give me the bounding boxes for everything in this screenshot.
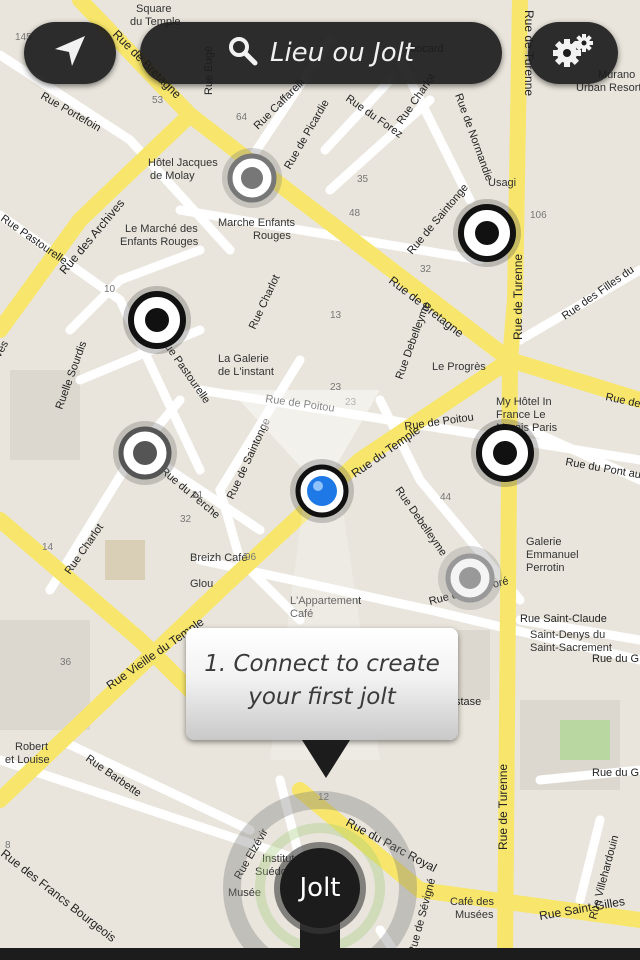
- jolt-marker[interactable]: [222, 148, 282, 208]
- map-building: [105, 540, 145, 580]
- house-number: 106: [530, 210, 547, 221]
- street-label: Rue de Turenne: [511, 254, 525, 340]
- user-location-marker: [290, 459, 354, 523]
- street-label: Rue Saint-Claude: [520, 613, 607, 625]
- poi-label: et Louise: [5, 754, 50, 766]
- tooltip-line-2: your first jolt: [248, 684, 396, 710]
- street-label: Rue du G: [592, 767, 639, 779]
- poi-label: Hôtel Jacques: [148, 157, 218, 169]
- poi-label: La Galerie: [218, 353, 269, 365]
- location-arrow-icon: [53, 34, 87, 72]
- house-number: 14: [42, 542, 54, 553]
- house-number: 96: [245, 552, 257, 563]
- poi-label: Le Marché des: [125, 223, 198, 235]
- house-number: 21: [192, 490, 204, 501]
- house-number: 32: [420, 264, 432, 275]
- poi-label: Marche Enfants: [218, 217, 296, 229]
- poi-label: Perrotin: [526, 562, 565, 574]
- house-number: 32: [180, 514, 192, 525]
- jolt-button-label: Jolt: [299, 873, 341, 903]
- poi-label: Rouges: [253, 230, 291, 242]
- poi-label: My Hôtel In: [496, 396, 552, 408]
- house-number: 36: [60, 657, 72, 668]
- poi-label: Musées: [455, 909, 494, 921]
- poi-label: Robert: [15, 741, 48, 753]
- tooltip-line-1: 1. Connect to create: [204, 651, 440, 677]
- street-label: stase: [455, 696, 481, 708]
- poi-label: Glou: [190, 578, 213, 590]
- poi-label: Galerie: [526, 536, 561, 548]
- poi-label: Saint-Denys du: [530, 629, 605, 641]
- poi-label: Café des: [450, 896, 495, 908]
- jolt-marker[interactable]: [453, 199, 521, 267]
- search-input[interactable]: Lieu ou Jolt: [270, 38, 414, 68]
- poi-label: Saint-Sacrement: [530, 642, 612, 654]
- house-number: 13: [330, 310, 342, 321]
- poi-label: Breizh Café: [190, 552, 247, 564]
- tooltip-text: 1. Connect to create your first jolt: [186, 648, 458, 714]
- poi-label: Emmanuel: [526, 549, 579, 561]
- search-bar[interactable]: Lieu ou Jolt: [140, 22, 502, 84]
- house-number: 53: [152, 95, 164, 106]
- jolt-marker[interactable]: [123, 286, 191, 354]
- map-view[interactable]: Rue de Bretagne Rue de Bretagne Rue de T…: [0, 0, 640, 960]
- jolt-marker[interactable]: [471, 419, 539, 487]
- street-label: Rue de Turenne: [496, 764, 510, 850]
- jolt-marker[interactable]: [113, 421, 177, 485]
- street-label: Rue du G: [592, 653, 639, 665]
- poi-label: de L'instant: [218, 366, 274, 378]
- poi-label: Enfants Rouges: [120, 236, 199, 248]
- house-number: 64: [236, 112, 248, 123]
- poi-label: Usagi: [488, 177, 516, 189]
- poi-label: Square: [136, 3, 171, 15]
- gears-icon: [551, 31, 595, 75]
- map-park: [560, 720, 610, 760]
- settings-button[interactable]: [528, 22, 618, 84]
- locate-button[interactable]: [24, 22, 116, 84]
- magnifier-icon: [228, 36, 258, 70]
- house-number: 44: [440, 492, 452, 503]
- house-number: 10: [104, 284, 116, 295]
- jolt-button[interactable]: Jolt: [280, 848, 360, 928]
- jolt-marker[interactable]: [438, 546, 502, 610]
- poi-label: de Molay: [150, 170, 195, 182]
- house-number: 48: [349, 208, 361, 219]
- onboarding-tooltip: 1. Connect to create your first jolt: [186, 628, 458, 778]
- house-number: 8: [5, 840, 11, 851]
- bottom-bar: [0, 948, 640, 960]
- tooltip-arrow: [302, 740, 350, 778]
- poi-label: Le Progrès: [432, 361, 486, 373]
- house-number: 35: [357, 174, 369, 185]
